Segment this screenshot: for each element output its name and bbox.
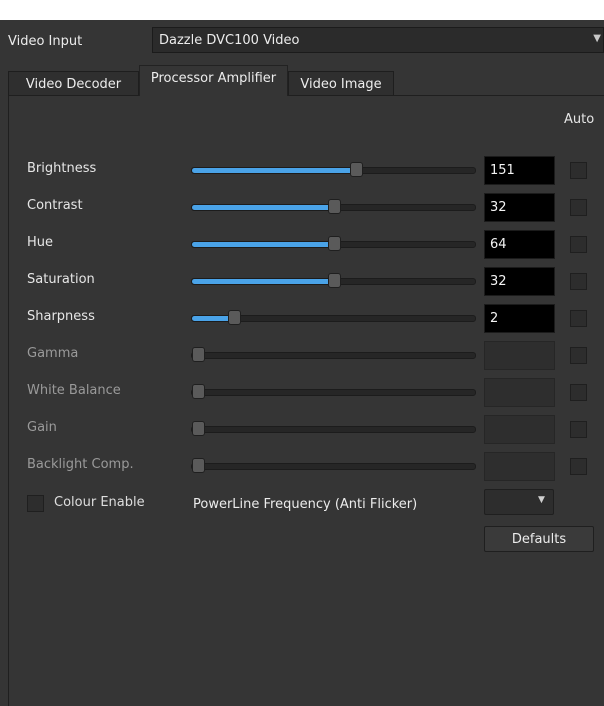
brightness-value-field[interactable]: 151 <box>484 156 555 185</box>
gain-label: Gain <box>27 420 57 435</box>
saturation-slider-fill <box>192 279 334 284</box>
sharpness-label: Sharpness <box>27 309 95 324</box>
tab-bar: Video Decoder Processor Amplifier Video … <box>8 65 604 96</box>
video-input-value: Dazzle DVC100 Video <box>159 33 300 48</box>
gamma-auto-checkbox <box>570 347 587 364</box>
setting-row-contrast: Contrast 32 <box>9 193 604 223</box>
contrast-label: Contrast <box>27 198 83 213</box>
hue-slider[interactable] <box>191 236 476 251</box>
video-input-select[interactable]: Dazzle DVC100 Video ▼ <box>152 27 604 53</box>
contrast-auto-checkbox[interactable] <box>570 199 587 216</box>
gamma-slider-handle <box>192 347 205 362</box>
sharpness-slider-handle[interactable] <box>228 310 241 325</box>
contrast-slider-fill <box>192 205 334 210</box>
hue-value-field[interactable]: 64 <box>484 230 555 259</box>
gain-slider <box>191 421 476 436</box>
setting-row-gamma: Gamma <box>9 341 604 371</box>
brightness-auto-checkbox[interactable] <box>570 162 587 179</box>
backlight-comp-slider-handle <box>192 458 205 473</box>
settings-window: Video Input Dazzle DVC100 Video ▼ Video … <box>0 20 604 706</box>
hue-auto-checkbox[interactable] <box>570 236 587 253</box>
white-balance-auto-checkbox <box>570 384 587 401</box>
backlight-comp-slider <box>191 458 476 473</box>
backlight-comp-auto-checkbox <box>570 458 587 475</box>
backlight-comp-value-field <box>484 452 555 481</box>
colour-enable-checkbox[interactable] <box>27 495 44 512</box>
setting-row-sharpness: Sharpness 2 <box>9 304 604 334</box>
setting-row-gain: Gain <box>9 415 604 445</box>
colour-enable-label: Colour Enable <box>54 495 145 510</box>
tab-label: Video Decoder <box>25 77 122 92</box>
chevron-down-icon: ▼ <box>593 33 601 44</box>
contrast-slider-handle[interactable] <box>328 199 341 214</box>
white-balance-slider-handle <box>192 384 205 399</box>
setting-row-saturation: Saturation 32 <box>9 267 604 297</box>
backlight-comp-label: Backlight Comp. <box>27 457 134 472</box>
saturation-slider-handle[interactable] <box>328 273 341 288</box>
gain-auto-checkbox <box>570 421 587 438</box>
tab-video-image[interactable]: Video Image <box>288 71 394 95</box>
white-balance-value-field <box>484 378 555 407</box>
setting-row-hue: Hue 64 <box>9 230 604 260</box>
hue-slider-handle[interactable] <box>328 236 341 251</box>
tab-processor-amplifier[interactable]: Processor Amplifier <box>139 65 288 96</box>
saturation-value-field[interactable]: 32 <box>484 267 555 296</box>
saturation-slider[interactable] <box>191 273 476 288</box>
chevron-down-icon: ▼ <box>538 495 545 505</box>
gain-slider-handle <box>192 421 205 436</box>
setting-row-white-balance: White Balance <box>9 378 604 408</box>
white-balance-label: White Balance <box>27 383 121 398</box>
sharpness-auto-checkbox[interactable] <box>570 310 587 327</box>
brightness-slider[interactable] <box>191 162 476 177</box>
brightness-slider-handle[interactable] <box>350 162 363 177</box>
sharpness-value-field[interactable]: 2 <box>484 304 555 333</box>
gamma-label: Gamma <box>27 346 79 361</box>
hue-slider-fill <box>192 242 334 247</box>
defaults-button[interactable]: Defaults <box>484 526 594 552</box>
tab-label: Processor Amplifier <box>150 71 277 86</box>
gamma-value-field <box>484 341 555 370</box>
sharpness-slider[interactable] <box>191 310 476 325</box>
setting-row-brightness: Brightness 151 <box>9 156 604 186</box>
gamma-slider <box>191 347 476 362</box>
white-balance-slider <box>191 384 476 399</box>
contrast-value-field[interactable]: 32 <box>484 193 555 222</box>
gain-value-field <box>484 415 555 444</box>
auto-column-label: Auto <box>564 112 595 127</box>
tab-label: Video Image <box>300 77 382 92</box>
hue-label: Hue <box>27 235 54 250</box>
saturation-auto-checkbox[interactable] <box>570 273 587 290</box>
video-input-label: Video Input <box>8 34 83 49</box>
powerline-frequency-select[interactable]: ▼ <box>484 489 554 515</box>
powerline-frequency-label: PowerLine Frequency (Anti Flicker) <box>193 497 418 512</box>
saturation-label: Saturation <box>27 272 95 287</box>
processor-amplifier-panel: Auto Brightness 151 Contrast 32 Hue 64 Saturat… <box>8 95 604 706</box>
contrast-slider[interactable] <box>191 199 476 214</box>
setting-row-backlight-comp: Backlight Comp. <box>9 452 604 482</box>
tab-video-decoder[interactable]: Video Decoder <box>8 71 139 95</box>
brightness-label: Brightness <box>27 161 97 176</box>
brightness-slider-fill <box>192 168 356 173</box>
